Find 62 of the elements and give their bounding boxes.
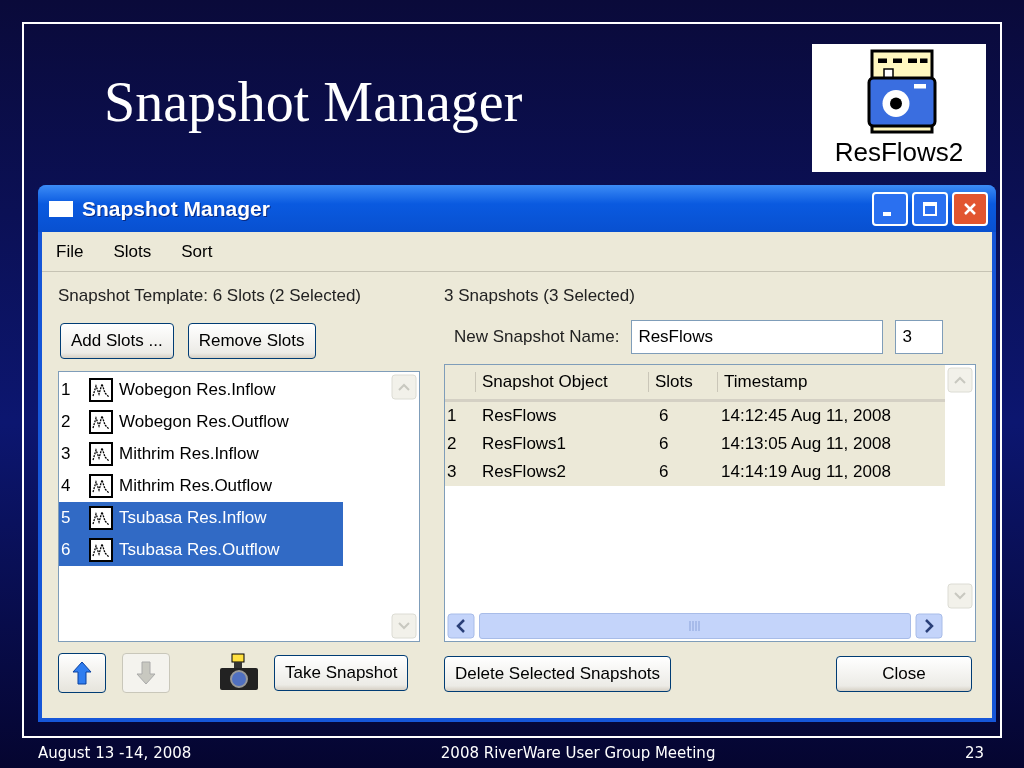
add-slots-button[interactable]: Add Slots ...	[60, 323, 174, 359]
table-cell: 14:12:45 Aug 11, 2008	[721, 406, 891, 426]
scrollbar-thumb[interactable]	[479, 613, 911, 639]
table-cell-text: ResFlows	[481, 406, 558, 426]
slot-item[interactable]: 5 Tsubasa Res.Inflow	[59, 502, 343, 534]
series-icon	[89, 474, 113, 498]
table-row[interactable]: 3 ResFlows2 6 14:14:19 Aug 11, 2008	[445, 458, 945, 486]
table-row[interactable]: 1 ResFlows 6 14:12:45 Aug 11, 2008	[445, 402, 945, 430]
row-number: 1	[446, 406, 458, 426]
maximize-icon	[922, 200, 938, 217]
snapshot-name-field[interactable]: ResFlows	[631, 320, 884, 354]
page-number: 23	[964, 744, 984, 762]
series-icon	[89, 410, 113, 434]
scroll-left-icon[interactable]	[447, 613, 475, 639]
move-up-button[interactable]	[58, 653, 106, 693]
menu-item[interactable]: File	[56, 241, 84, 262]
series-icon	[89, 442, 113, 466]
table-cell-text: ResFlows2	[481, 462, 568, 482]
table-cell: 14:14:19 Aug 11, 2008	[721, 462, 891, 482]
maximize-button[interactable]	[912, 191, 948, 226]
table-cell-text: 6	[658, 434, 670, 454]
up-arrow-icon	[71, 660, 93, 686]
table-cell: 14:13:05 Aug 11, 2008	[721, 434, 891, 454]
template-summary: Snapshot Template: 6 Slots (2 Selected)	[58, 286, 363, 306]
footer-event: 2008 RiverWare User Group Meeting	[440, 744, 716, 762]
series-icon	[89, 538, 113, 562]
table-cell-text: ResFlows1	[481, 434, 568, 454]
slot-item[interactable]: 2 Wobegon Res.Outflow	[59, 406, 343, 438]
delete-snapshots-button[interactable]: Delete Selected Snapshots	[444, 656, 672, 692]
slot-item[interactable]: 6 Tsubasa Res.Outflow	[59, 534, 343, 566]
down-arrow-icon	[135, 660, 157, 686]
footer-date: August 13 -14, 2008	[38, 744, 192, 762]
snapshot-summary: 3 Snapshots (3 Selected)	[444, 286, 636, 306]
snapshot-count-field[interactable]: 3	[895, 320, 944, 354]
table-row[interactable]: 2 ResFlows1 6 14:13:05 Aug 11, 2008	[445, 430, 945, 458]
series-icon	[89, 378, 113, 402]
minimize-icon	[883, 211, 891, 216]
window-icon	[48, 199, 74, 218]
close-icon	[962, 200, 978, 217]
row-number: 3	[446, 462, 458, 482]
menu-item[interactable]: Sort	[181, 241, 213, 262]
remove-slots-button[interactable]: Remove Slots	[187, 323, 316, 359]
minimize-button[interactable]	[872, 191, 908, 226]
row-number: 2	[446, 434, 458, 454]
table-cell-text: 6	[658, 406, 670, 426]
camera-icon	[218, 653, 260, 693]
snapshot-name-label: New Snapshot Name:	[454, 327, 620, 347]
slot-item[interactable]: 1 Wobegon Res.Inflow	[59, 374, 343, 406]
series-icon	[89, 506, 113, 530]
slot-item[interactable]: 3 Mithrim Res.Inflow	[59, 438, 343, 470]
column-header[interactable]: Snapshot Object	[475, 372, 648, 392]
column-header[interactable]: Slots	[648, 372, 717, 392]
close-dialog-button[interactable]: Close	[836, 656, 972, 692]
table-cell-text: 6	[658, 462, 670, 482]
window-title: Snapshot Manager	[82, 196, 271, 221]
take-snapshot-button[interactable]: Take Snapshot	[274, 655, 409, 691]
scroll-right-icon[interactable]	[915, 613, 943, 639]
slot-item[interactable]: 4 Mithrim Res.Outflow	[59, 470, 343, 502]
logo-label: ResFlows2	[834, 138, 964, 167]
column-header[interactable]: Timestamp	[717, 372, 808, 392]
close-button[interactable]	[952, 191, 988, 226]
menu-item[interactable]: Slots	[113, 241, 152, 262]
